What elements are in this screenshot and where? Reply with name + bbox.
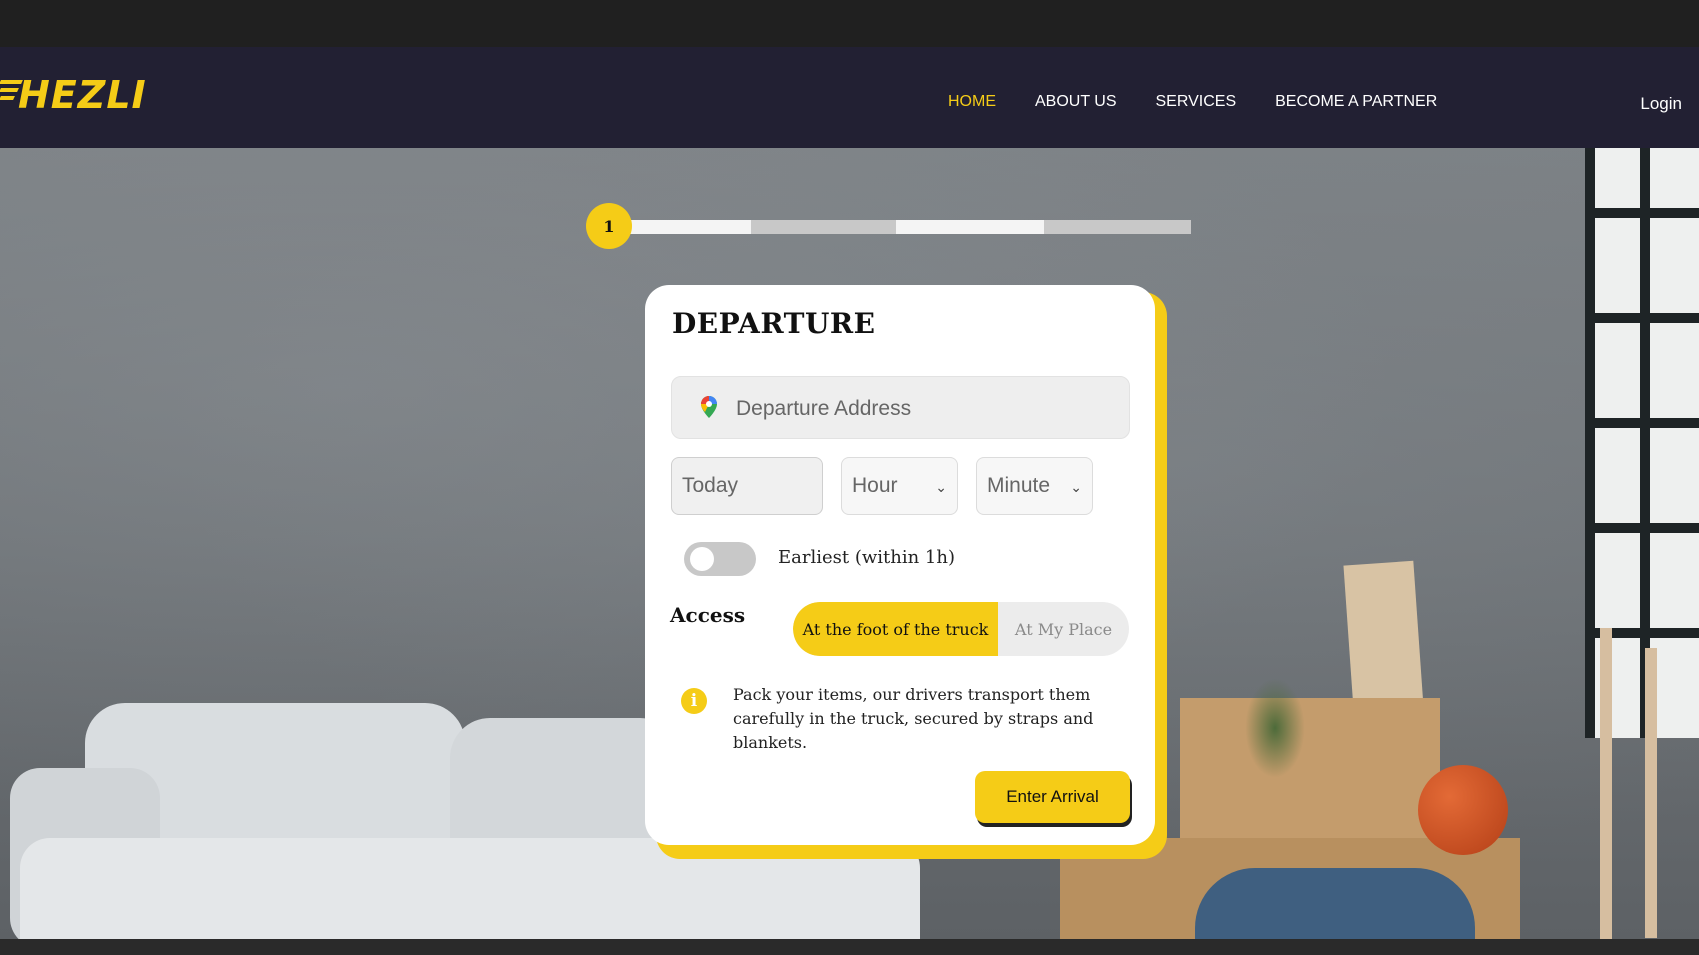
step-progress: 1 (586, 203, 1196, 249)
window-frame (1585, 313, 1699, 323)
info-text: Pack your items, our drivers transport t… (733, 685, 1094, 752)
cardboard-box-decor (1180, 698, 1440, 848)
chevron-down-icon: ⌄ (1070, 479, 1082, 495)
plant-decor (1245, 678, 1305, 778)
chair-decor (1600, 628, 1612, 939)
access-option-truck[interactable]: At the foot of the truck (793, 602, 998, 656)
window-frame (1585, 208, 1699, 218)
nav-become-partner[interactable]: BECOME A PARTNER (1275, 92, 1437, 112)
enter-arrival-button[interactable]: Enter Arrival (975, 771, 1130, 823)
login-link[interactable]: Login (1640, 94, 1682, 114)
card-title: DEPARTURE (672, 307, 876, 340)
browser-top-strip (0, 0, 1699, 47)
window-frame (1585, 148, 1595, 738)
hour-select[interactable]: Hour ⌄ (841, 457, 958, 515)
minute-placeholder: Minute (987, 474, 1051, 497)
date-field[interactable]: Today (671, 457, 823, 515)
toggle-knob (690, 547, 714, 571)
jeans-decor (1195, 868, 1475, 939)
info-icon: i (681, 688, 707, 714)
brand-logo[interactable]: HEZLI (0, 70, 150, 120)
progress-segment (1044, 220, 1191, 234)
progress-segment (751, 220, 896, 234)
chair-decor (1645, 648, 1657, 938)
progress-track (626, 220, 1196, 234)
window-frame (1585, 523, 1699, 533)
earliest-toggle[interactable] (684, 542, 756, 576)
departure-card: DEPARTURE Today Hour ⌄ Minute ⌄ Earliest… (645, 285, 1155, 845)
basketball-decor (1418, 765, 1508, 855)
nav-about-us[interactable]: ABOUT US (1035, 92, 1117, 112)
date-value: Today (682, 474, 739, 497)
main-nav: HOME ABOUT US SERVICES BECOME A PARTNER (948, 92, 1476, 112)
step-indicator: 1 (586, 203, 632, 249)
address-field[interactable] (671, 376, 1130, 439)
chevron-down-icon: ⌄ (935, 479, 947, 495)
map-pin-icon (701, 396, 717, 418)
nav-home[interactable]: HOME (948, 92, 996, 112)
hour-placeholder: Hour (852, 474, 898, 497)
bottom-strip (0, 939, 1699, 955)
nav-services[interactable]: SERVICES (1156, 92, 1237, 112)
access-segmented-control: At the foot of the truck At My Place (793, 602, 1129, 656)
progress-segment (626, 220, 751, 234)
access-label: Access (670, 603, 746, 627)
departure-address-input[interactable] (734, 389, 1118, 429)
progress-segment (896, 220, 1044, 234)
minute-select[interactable]: Minute ⌄ (976, 457, 1093, 515)
window-frame (1585, 418, 1699, 428)
earliest-toggle-label: Earliest (within 1h) (778, 547, 955, 568)
logo-text: HEZLI (18, 73, 147, 117)
access-option-my-place[interactable]: At My Place (998, 602, 1129, 656)
